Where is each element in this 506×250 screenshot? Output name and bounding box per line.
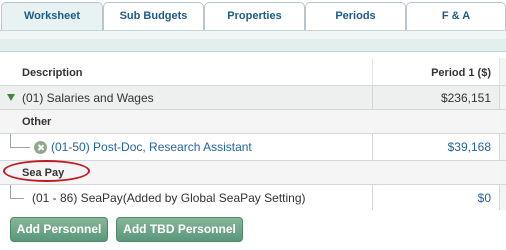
line-item-seapay-value[interactable]: $0: [478, 191, 491, 205]
budget-worksheet-panel: Worksheet Sub Budgets Properties Periods…: [0, 0, 506, 250]
section-value-cell: [373, 110, 500, 133]
column-extra: [500, 58, 506, 85]
toolbar-band: [0, 30, 506, 52]
line-item-row: (01 - 86) SeaPay(Added by Global SeaPay …: [0, 185, 506, 212]
tab-worksheet[interactable]: Worksheet: [1, 2, 103, 30]
line-item-desc-cell: (01-50) Post-Doc, Research Assistant: [0, 134, 373, 160]
line-item-desc-cell: (01 - 86) SeaPay(Added by Global SeaPay …: [0, 185, 373, 211]
tab-properties[interactable]: Properties: [204, 2, 305, 30]
section-row-other: Other: [0, 110, 506, 134]
tree-connector: [10, 198, 24, 199]
category-label: (01) Salaries and Wages: [22, 91, 154, 105]
add-personnel-button[interactable]: Add Personnel: [10, 217, 108, 242]
line-item-seapay-label: (01 - 86) SeaPay(Added by Global SeaPay …: [32, 191, 306, 205]
category-value-cell: $236,151: [373, 86, 500, 109]
section-row-sea-pay: Sea Pay: [0, 161, 506, 185]
column-extra: [500, 185, 506, 211]
grid-header-row: Description Period 1 ($): [0, 58, 506, 86]
column-header-description-cell: Description: [0, 58, 373, 85]
column-extra: [500, 134, 506, 160]
section-value-cell: [373, 161, 500, 184]
remove-icon[interactable]: [34, 141, 47, 154]
tab-f-and-a[interactable]: F & A: [406, 2, 506, 30]
section-title-sea-pay: Sea Pay: [22, 167, 65, 179]
column-header-period-cell: Period 1 ($): [373, 58, 500, 85]
worksheet-grid: Description Period 1 ($) (01) Salaries a…: [0, 58, 506, 212]
column-extra: [500, 161, 506, 184]
column-header-period: Period 1 ($): [431, 67, 491, 79]
footer-actions: Add Personnel Add TBD Personnel: [0, 210, 506, 250]
category-row: (01) Salaries and Wages $236,151: [0, 86, 506, 110]
expand-triangle-icon[interactable]: [7, 94, 15, 101]
tree-connector: [10, 147, 30, 148]
section-desc-cell: Sea Pay: [0, 161, 373, 184]
category-value: $236,151: [440, 91, 491, 105]
tab-sub-budgets[interactable]: Sub Budgets: [103, 2, 204, 30]
category-desc-cell: (01) Salaries and Wages: [0, 86, 373, 109]
tree-connector: [10, 185, 11, 199]
tab-periods[interactable]: Periods: [305, 2, 406, 30]
column-extra: [500, 110, 506, 133]
line-item-value-cell: $39,168: [373, 134, 500, 160]
line-item-post-doc-link[interactable]: (01-50) Post-Doc, Research Assistant: [51, 134, 252, 161]
add-tbd-personnel-button[interactable]: Add TBD Personnel: [116, 217, 243, 242]
tab-bar: Worksheet Sub Budgets Properties Periods…: [0, 0, 506, 30]
column-extra: [500, 86, 506, 109]
tree-connector: [10, 134, 11, 148]
line-item-post-doc-value[interactable]: $39,168: [448, 140, 491, 154]
column-header-description: Description: [22, 67, 83, 79]
line-item-row: (01-50) Post-Doc, Research Assistant $39…: [0, 134, 506, 161]
section-desc-cell: Other: [0, 110, 373, 133]
section-title-other: Other: [22, 116, 52, 128]
line-item-value-cell: $0: [373, 185, 500, 211]
